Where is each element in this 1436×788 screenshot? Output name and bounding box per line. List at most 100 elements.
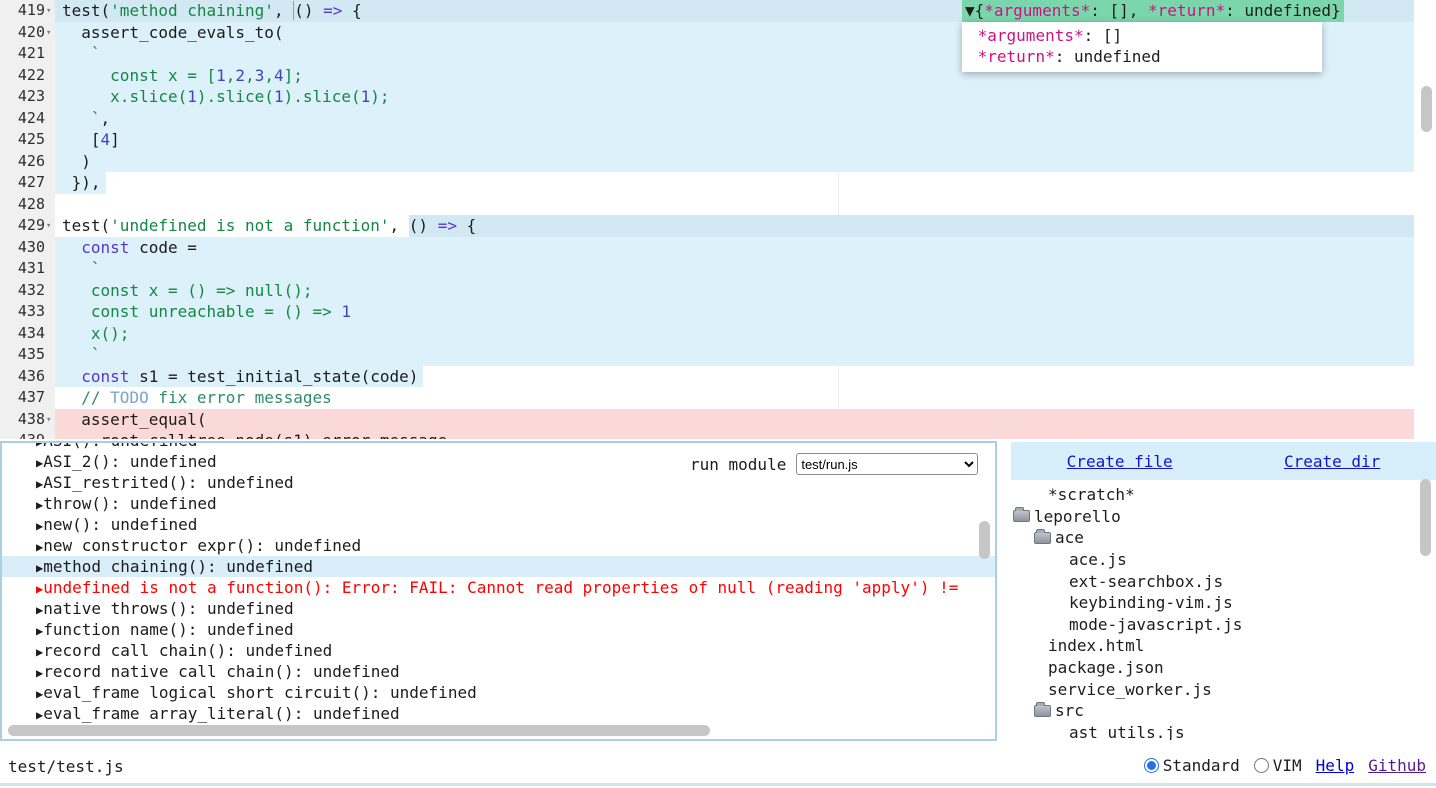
code-editor[interactable]: 419▾test('method chaining', () => {420▾ … xyxy=(0,0,1436,439)
calltree-entry[interactable]: ▶ASI(): undefined xyxy=(2,441,995,451)
file-item-label: *scratch* xyxy=(1048,485,1135,504)
calltree-entry[interactable]: ▶throw(): undefined xyxy=(2,493,995,514)
calltree-entry[interactable]: ▶eval_frame array_literal(): undefined xyxy=(2,703,995,724)
file-item[interactable]: mode-javascript.js xyxy=(1011,614,1419,636)
create-dir-link[interactable]: Create dir xyxy=(1284,452,1380,471)
create-file-link[interactable]: Create file xyxy=(1067,452,1173,471)
file-item[interactable]: package.json xyxy=(1011,657,1419,679)
line-number: 439 xyxy=(0,430,45,439)
line-number: 438 xyxy=(0,409,45,431)
code-line-text[interactable]: ` xyxy=(62,43,101,65)
keybinding-vim-option[interactable]: VIM xyxy=(1254,756,1302,775)
code-line-text[interactable]: ` xyxy=(62,344,101,366)
code-line-431[interactable]: 431 ` xyxy=(0,258,1436,280)
code-line-430[interactable]: 430 const code = xyxy=(0,237,1436,259)
code-line-439[interactable]: 439 root_calltree_node(s1).error.message… xyxy=(0,430,1436,439)
line-number: 420 xyxy=(0,22,45,44)
code-line-text[interactable]: // TODO fix error messages xyxy=(62,387,332,409)
code-line-text[interactable]: const code = xyxy=(62,237,197,259)
code-line-text[interactable]: ) xyxy=(62,151,91,173)
code-line-423[interactable]: 423 x.slice(1).slice(1).slice(1); xyxy=(0,86,1436,108)
code-line-text[interactable]: }), xyxy=(55,172,106,194)
file-item[interactable]: index.html xyxy=(1011,635,1419,657)
standard-radio[interactable] xyxy=(1144,758,1159,773)
code-line-435[interactable]: 435 ` xyxy=(0,344,1436,366)
code-line-text[interactable]: `, xyxy=(62,108,110,130)
calltree-entry[interactable]: ▶eval_frame logical short circuit(): und… xyxy=(2,682,995,703)
file-item[interactable]: service_worker.js xyxy=(1011,678,1419,700)
eval-result-header[interactable]: ▼{*arguments*: [], *return*: undefined} xyxy=(962,0,1344,22)
code-line-432[interactable]: 432 const x = () => null(); xyxy=(0,280,1436,302)
file-panel-scrollbar-thumb[interactable] xyxy=(1420,479,1431,556)
code-line-434[interactable]: 434 x(); xyxy=(0,323,1436,345)
calltree-entry[interactable]: ▶record native call chain(): undefined xyxy=(2,661,995,682)
line-highlight xyxy=(55,323,1414,345)
code-line-text[interactable]: const s1 = test_initial_state(code) xyxy=(55,366,423,388)
help-link[interactable]: Help xyxy=(1316,756,1355,775)
line-number: 436 xyxy=(0,366,45,388)
code-line-433[interactable]: 433 const unreachable = () => 1 xyxy=(0,301,1436,323)
run-module-select[interactable]: test/run.js xyxy=(796,453,978,475)
file-item[interactable]: ext-searchbox.js xyxy=(1011,570,1419,592)
keybinding-standard-option[interactable]: Standard xyxy=(1144,756,1240,775)
fold-arrow-icon[interactable]: ▾ xyxy=(46,216,55,238)
vim-radio[interactable] xyxy=(1254,758,1269,773)
calltree-entry[interactable]: ▶method chaining(): undefined xyxy=(2,556,995,577)
standard-radio-label: Standard xyxy=(1163,756,1240,775)
calltree-horizontal-scrollbar-thumb[interactable] xyxy=(8,725,710,736)
calltree-entry-label: ASI(): undefined xyxy=(43,441,197,450)
code-line-425[interactable]: 425 [4] xyxy=(0,129,1436,151)
code-line-text[interactable]: test('undefined is not a function', () =… xyxy=(62,215,476,237)
code-line-text[interactable]: x.slice(1).slice(1).slice(1); xyxy=(62,86,390,108)
line-number: 432 xyxy=(0,280,45,302)
calltree-entry-label: native throws(): undefined xyxy=(43,599,293,618)
code-line-438[interactable]: 438▾ assert_equal( xyxy=(0,409,1436,431)
code-line-437[interactable]: 437 // TODO fix error messages xyxy=(0,387,1436,409)
line-number: 429 xyxy=(0,215,45,237)
eval-result-popup: ▼{*arguments*: [], *return*: undefined} … xyxy=(962,0,1344,22)
file-item[interactable]: ast_utils.js xyxy=(1011,722,1419,740)
line-highlight xyxy=(409,215,1414,237)
file-item[interactable]: ace.js xyxy=(1011,549,1419,571)
file-item[interactable]: keybinding-vim.js xyxy=(1011,592,1419,614)
code-line-text[interactable]: const x = () => null(); xyxy=(62,280,312,302)
file-item-label: keybinding-vim.js xyxy=(1069,593,1233,612)
code-line-428[interactable]: 428 xyxy=(0,194,1436,216)
code-line-426[interactable]: 426 ) xyxy=(0,151,1436,173)
calltree-entry[interactable]: ▶native throws(): undefined xyxy=(2,598,995,619)
calltree-entry[interactable]: ▶new constructor expr(): undefined xyxy=(2,535,995,556)
code-line-436[interactable]: 436 const s1 = test_initial_state(code) xyxy=(0,366,1436,388)
folder-item[interactable]: leporello xyxy=(1011,506,1419,528)
fold-arrow-icon[interactable]: ▾ xyxy=(46,23,55,45)
code-line-text[interactable]: test('method chaining', () => { xyxy=(62,0,362,22)
line-number: 431 xyxy=(0,258,45,280)
folder-item[interactable]: ace xyxy=(1011,527,1419,549)
fold-arrow-icon[interactable]: ▾ xyxy=(46,410,55,432)
calltree-panel: ▶ASI(): undefined▶ASI_2(): undefined▶ASI… xyxy=(0,441,997,741)
code-line-427[interactable]: 427 }), xyxy=(0,172,1436,194)
code-line-424[interactable]: 424 `, xyxy=(0,108,1436,130)
file-item[interactable]: *scratch* xyxy=(1011,484,1419,506)
calltree-entry[interactable]: ▶new(): undefined xyxy=(2,514,995,535)
code-line-text[interactable]: root_calltree_node(s1).error.message, xyxy=(62,430,457,439)
calltree-entry[interactable]: ▶undefined is not a function(): Error: F… xyxy=(2,577,995,598)
line-number: 433 xyxy=(0,301,45,323)
calltree-entry[interactable]: ▶record call chain(): undefined xyxy=(2,640,995,661)
code-line-text[interactable]: const unreachable = () => 1 xyxy=(62,301,351,323)
code-line-text[interactable]: x(); xyxy=(62,323,129,345)
run-module-label: run module xyxy=(690,453,786,477)
code-line-text[interactable]: assert_equal( xyxy=(62,409,207,431)
code-line-429[interactable]: 429▾ test('undefined is not a function', … xyxy=(0,215,1436,237)
calltree-entry[interactable]: ▶function name(): undefined xyxy=(2,619,995,640)
code-line-text[interactable]: assert_code_evals_to( xyxy=(62,22,284,44)
folder-item[interactable]: src xyxy=(1011,700,1419,722)
file-item-label: index.html xyxy=(1048,636,1144,655)
code-line-text[interactable]: [4] xyxy=(62,129,120,151)
code-line-text[interactable]: ` xyxy=(62,258,101,280)
calltree-vertical-scrollbar-thumb[interactable] xyxy=(979,521,990,559)
fold-arrow-icon[interactable]: ▾ xyxy=(46,1,55,23)
github-link[interactable]: Github xyxy=(1368,756,1426,775)
editor-scrollbar-thumb[interactable] xyxy=(1421,86,1432,132)
calltree-entry-label: ASI_restrited(): undefined xyxy=(43,473,293,492)
code-line-text[interactable]: const x = [1,2,3,4]; xyxy=(62,65,303,87)
